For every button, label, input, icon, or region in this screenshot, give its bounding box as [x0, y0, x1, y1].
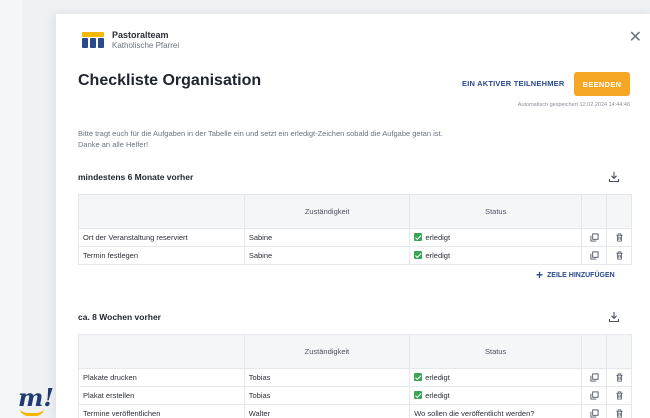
- table-row: Termine veröffentlichen Walter Wo sollen…: [78, 404, 632, 418]
- copy-icon: [589, 251, 599, 260]
- delete-row-button[interactable]: [606, 386, 632, 405]
- status-cell[interactable]: erledigt: [409, 386, 583, 405]
- header-delete: [606, 334, 632, 369]
- trash-icon: [615, 409, 623, 418]
- table-row: Plakate drucken Tobias erledigt: [78, 368, 632, 387]
- add-row-label: ZEILE HINZUFÜGEN: [547, 271, 615, 279]
- copy-row-button[interactable]: [581, 246, 607, 265]
- task-table: Zuständigkeit Status Ort der Veranstaltu…: [78, 194, 632, 265]
- copy-row-button[interactable]: [581, 386, 607, 405]
- org-logo-icon: [82, 31, 104, 50]
- status-text: erledigt: [425, 391, 450, 400]
- responsible-cell[interactable]: Sabine: [243, 228, 411, 247]
- header-responsible: Zuständigkeit: [243, 194, 411, 229]
- checkbox-checked-icon[interactable]: [414, 251, 423, 259]
- delete-row-button[interactable]: [606, 246, 632, 265]
- copy-row-button[interactable]: [581, 368, 607, 387]
- task-cell[interactable]: Plakat erstellen: [78, 386, 245, 405]
- header-task: [78, 334, 245, 369]
- status-text: erledigt: [425, 251, 451, 260]
- delete-row-button[interactable]: [606, 228, 632, 247]
- page-title: Checkliste Organisation: [78, 72, 262, 89]
- delete-row-button[interactable]: [606, 404, 632, 418]
- section-title: mindestens 6 Monate vorher: [78, 172, 194, 182]
- intro-line-2: Danke an alle Helfer!: [78, 140, 149, 149]
- header-status: Status: [409, 334, 583, 369]
- responsible-cell[interactable]: Walter: [243, 404, 411, 418]
- responsible-cell[interactable]: Sabine: [243, 246, 411, 265]
- responsible-cell[interactable]: Tobias: [243, 368, 411, 387]
- participants-button[interactable]: EIN AKTIVER TEILNEHMER: [462, 79, 564, 88]
- header-copy: [581, 194, 607, 229]
- table-row: Ort der Veranstaltung reserviert Sabine …: [78, 228, 632, 247]
- checkbox-checked-icon[interactable]: [414, 233, 423, 241]
- copy-row-button[interactable]: [581, 404, 607, 418]
- header-copy: [581, 334, 607, 369]
- table-row: Plakat erstellen Tobias erledigt: [78, 386, 632, 405]
- intro-line-1: Bitte tragt euch für die Aufgaben in der…: [78, 129, 443, 138]
- intro-text: Bitte tragt euch für die Aufgaben in der…: [78, 128, 538, 150]
- header-delete: [606, 194, 632, 229]
- copy-icon: [589, 233, 599, 242]
- task-cell[interactable]: Ort der Veranstaltung reserviert: [78, 228, 245, 247]
- task-cell[interactable]: Plakate drucken: [78, 368, 245, 387]
- table-header: Zuständigkeit Status: [78, 334, 632, 369]
- status-cell[interactable]: Wo sollen die veröffentlicht werden?: [409, 404, 583, 418]
- section-title: ca. 8 Wochen vorher: [78, 312, 161, 322]
- table-header: Zuständigkeit Status: [78, 194, 632, 229]
- task-cell[interactable]: Termin festlegen: [78, 246, 245, 265]
- status-text: erledigt: [425, 233, 451, 242]
- org-subtitle: Katholische Pfarrei: [112, 41, 180, 50]
- table-row: Termin festlegen Sabine erledigt: [78, 246, 632, 265]
- status-cell[interactable]: erledigt: [409, 246, 583, 265]
- trash-icon: [615, 251, 623, 260]
- end-button[interactable]: BEENDEN: [574, 72, 630, 96]
- task-table: Zuständigkeit Status Plakate drucken Tob…: [78, 334, 632, 418]
- app-logo: m!: [18, 386, 54, 416]
- header-responsible: Zuständigkeit: [243, 334, 411, 369]
- responsible-cell[interactable]: Tobias: [243, 386, 411, 405]
- task-cell[interactable]: Termine veröffentlichen: [78, 404, 245, 418]
- status-cell[interactable]: erledigt: [409, 368, 583, 387]
- copy-row-button[interactable]: [581, 228, 607, 247]
- copy-icon: [589, 391, 599, 400]
- copy-icon: [589, 373, 599, 382]
- close-icon[interactable]: ✕: [629, 30, 642, 46]
- org-header: Pastoralteam Katholische Pfarrei: [82, 30, 179, 51]
- header-task: [78, 194, 245, 229]
- trash-icon: [615, 373, 623, 382]
- add-row-button[interactable]: + ZEILE HINZUFÜGEN: [536, 268, 615, 282]
- download-icon[interactable]: [608, 311, 620, 323]
- download-icon[interactable]: [608, 171, 620, 183]
- left-rail: [0, 0, 22, 418]
- copy-icon: [589, 409, 599, 418]
- checkbox-checked-icon[interactable]: [414, 391, 423, 399]
- status-cell[interactable]: erledigt: [409, 228, 583, 247]
- checkbox-checked-icon[interactable]: [414, 373, 423, 381]
- autosave-status: Automatisch gespeichert 12.02.2024 14:44…: [517, 102, 630, 108]
- header-status: Status: [409, 194, 583, 229]
- trash-icon: [615, 233, 623, 242]
- checklist-modal: Pastoralteam Katholische Pfarrei ✕ Check…: [56, 14, 650, 418]
- trash-icon: [615, 391, 623, 400]
- delete-row-button[interactable]: [606, 368, 632, 387]
- org-name: Pastoralteam: [112, 30, 169, 40]
- plus-icon: +: [536, 268, 544, 282]
- status-text: erledigt: [425, 373, 450, 382]
